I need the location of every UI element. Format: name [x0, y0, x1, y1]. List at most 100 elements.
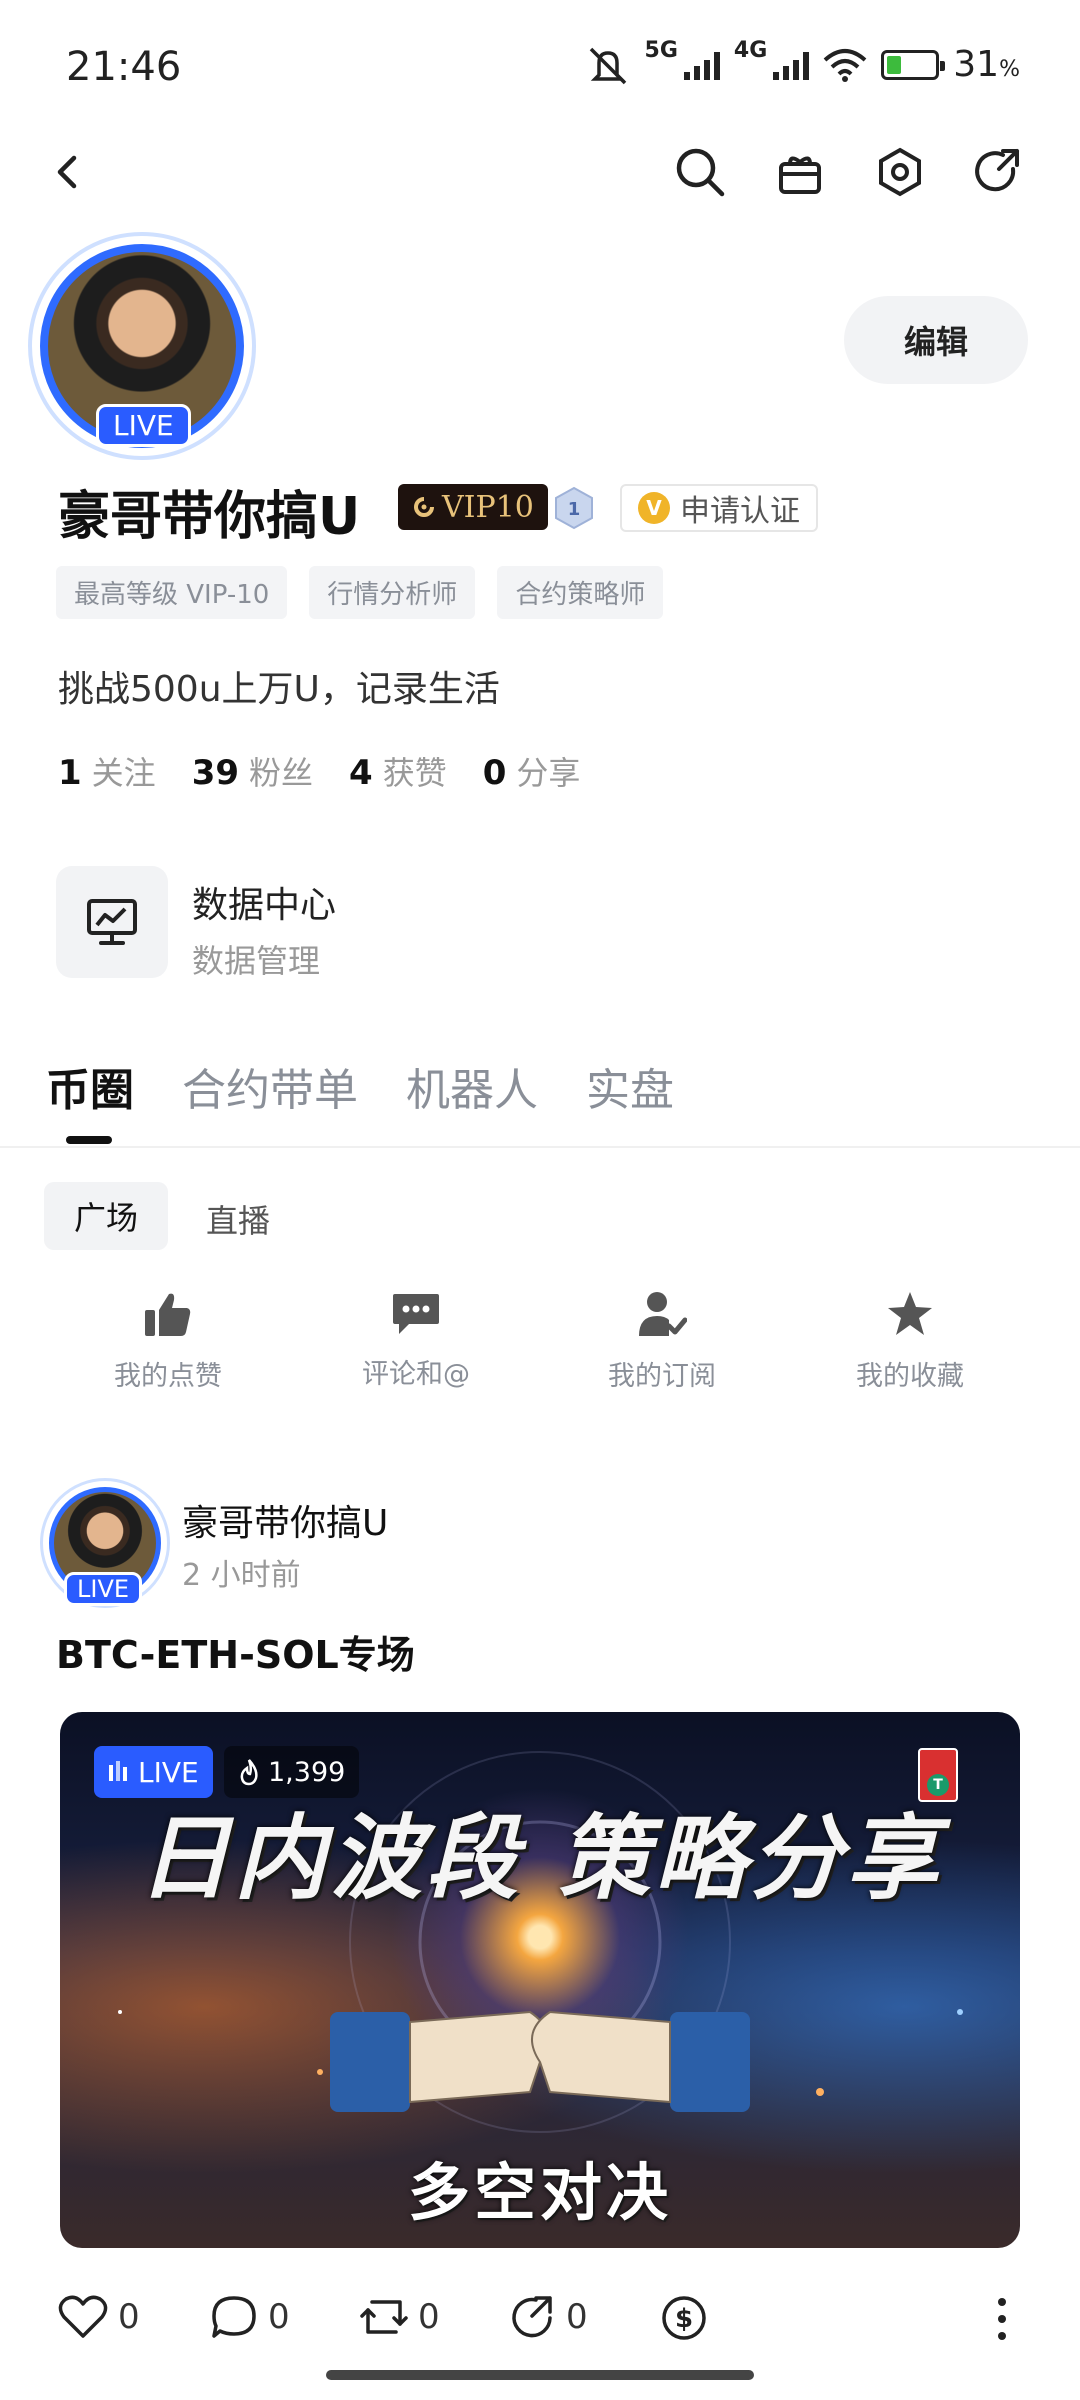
level-shield-icon: 1 — [555, 486, 593, 530]
gift-icon — [779, 156, 821, 194]
vip-crown-icon — [414, 497, 434, 517]
settings-button[interactable] — [868, 140, 932, 204]
tab-robot[interactable]: 机器人 — [406, 1054, 538, 1118]
stat-likes-label: 获赞 — [382, 754, 447, 792]
cover-headline: 日内波段 策略分享 — [137, 1805, 943, 1912]
share-icon — [975, 149, 1019, 192]
like-count: 0 — [118, 2297, 140, 2337]
comment-bubble-icon — [393, 1294, 439, 1334]
wifi-icon — [823, 48, 867, 82]
more-vertical-icon — [998, 2298, 1006, 2340]
stat-following[interactable]: 1 关注 — [58, 748, 156, 794]
dollar-coin-icon: $ — [662, 2296, 706, 2340]
repost-count: 0 — [418, 2297, 440, 2337]
level-badge[interactable]: 1 — [554, 486, 594, 530]
comment-icon — [212, 2296, 256, 2338]
profile-bio: 挑战500u上万U，记录生活 — [58, 669, 500, 710]
status-icons: 5G 4G 31% — [585, 38, 1020, 85]
stat-shares-label: 分享 — [516, 754, 581, 792]
edit-profile-button[interactable]: 编辑 — [844, 296, 1028, 384]
share-button[interactable] — [966, 140, 1030, 204]
tab-copy-trading[interactable]: 合约带单 — [182, 1054, 358, 1118]
stat-followers[interactable]: 39 粉丝 — [192, 748, 313, 794]
vip-badge[interactable]: VIP10 — [398, 484, 548, 530]
post-avatar-live-badge: LIVE — [64, 1572, 143, 1606]
star-icon — [888, 1292, 932, 1335]
avatar-live-badge: LIVE — [96, 404, 191, 447]
battery-icon — [881, 49, 946, 80]
shortcut-subscriptions-label: 我的订阅 — [608, 1361, 716, 1392]
forward-button[interactable]: 0 — [508, 2294, 588, 2340]
data-center-subtitle: 数据管理 — [192, 942, 321, 980]
tab-live-trading[interactable]: 实盘 — [586, 1054, 674, 1118]
network-4g-label: 4G — [733, 38, 768, 63]
shortcut-comments[interactable]: 评论和@ — [326, 1290, 506, 1391]
back-icon — [57, 155, 77, 189]
certify-label: 申请认证 — [680, 494, 800, 529]
thumbs-up-icon — [145, 1293, 191, 1336]
home-indicator[interactable] — [326, 2370, 754, 2380]
like-button[interactable]: 0 — [58, 2294, 140, 2340]
shortcut-my-likes[interactable]: 我的点赞 — [78, 1290, 258, 1393]
heart-icon — [58, 2295, 108, 2338]
forward-icon — [512, 2296, 552, 2338]
subtab-square[interactable]: 广场 — [44, 1182, 168, 1250]
tip-button[interactable]: $ — [660, 2294, 708, 2342]
data-center-button[interactable] — [56, 866, 168, 978]
tag-strategist: 合约策略师 — [497, 566, 664, 619]
comment-button[interactable]: 0 — [210, 2294, 290, 2340]
profile-stats: 1 关注 39 粉丝 4 获赞 0 分享 — [58, 748, 580, 794]
repost-button[interactable]: 0 — [360, 2294, 440, 2340]
live-bars-icon — [109, 1761, 127, 1781]
shortcut-comments-label: 评论和@ — [362, 1359, 470, 1390]
tag-analyst: 行情分析师 — [309, 566, 476, 619]
post-timestamp: 2 小时前 — [182, 1558, 301, 1593]
battery-unit: % — [999, 57, 1020, 82]
verified-icon: V — [638, 492, 670, 524]
vip-label: VIP10 — [442, 489, 534, 525]
active-tab-indicator — [66, 1136, 112, 1144]
repost-icon — [360, 2300, 408, 2334]
comment-count: 0 — [268, 2297, 290, 2337]
back-button[interactable] — [36, 140, 100, 204]
search-button[interactable] — [668, 140, 732, 204]
cover-subtitle: 多空对决 — [407, 2156, 672, 2229]
signal-5g-icon — [683, 50, 720, 80]
data-center-title[interactable]: 数据中心 — [192, 876, 336, 928]
svg-text:$: $ — [675, 2304, 693, 2334]
profile-name: 豪哥带你搞U — [58, 487, 361, 547]
stat-shares-value: 0 — [482, 753, 507, 793]
stat-shares[interactable]: 0 分享 — [483, 748, 581, 794]
stat-following-label: 关注 — [91, 754, 156, 792]
certify-button[interactable]: V 申请认证 — [620, 484, 818, 532]
search-icon — [676, 148, 725, 197]
gift-button[interactable] — [768, 140, 832, 204]
stat-likes[interactable]: 4 获赞 — [349, 748, 447, 794]
mute-icon — [589, 47, 626, 84]
tabs-divider — [0, 1146, 1080, 1148]
level-number: 1 — [568, 499, 581, 520]
more-options-button[interactable] — [994, 2296, 1010, 2346]
post-author-name[interactable]: 豪哥带你搞U — [182, 1494, 388, 1546]
status-time: 21:46 — [66, 44, 182, 90]
subtab-live[interactable]: 直播 — [206, 1196, 270, 1242]
stat-likes-value: 4 — [349, 753, 373, 793]
post-live-cover[interactable]: LIVE 1,399 T 日内波段 策略分享 多空对决 — [60, 1712, 1020, 2248]
stat-following-value: 1 — [58, 753, 82, 793]
settings-icon — [879, 147, 921, 197]
shortcut-favorites-label: 我的收藏 — [856, 1361, 964, 1392]
forward-count: 0 — [566, 2297, 588, 2337]
stat-followers-value: 39 — [191, 753, 240, 793]
tab-crypto[interactable]: 币圈 — [46, 1054, 134, 1118]
network-5g-label: 5G — [644, 38, 678, 63]
shortcut-favorites[interactable]: 我的收藏 — [820, 1290, 1000, 1393]
shortcut-subscriptions[interactable]: 我的订阅 — [572, 1290, 752, 1393]
subscribe-icon — [639, 1292, 687, 1336]
tag-vip-level: 最高等级 VIP-10 — [56, 566, 288, 619]
post-title[interactable]: BTC-ETH-SOL专场 — [56, 1624, 415, 1679]
cover-viewers-value: 1,399 — [268, 1756, 346, 1788]
battery-percent: 31% — [953, 44, 1020, 85]
main-tabs: 币圈 合约带单 机器人 实盘 — [46, 1054, 674, 1118]
shortcut-my-likes-label: 我的点赞 — [114, 1361, 222, 1392]
monitor-chart-icon — [87, 899, 137, 945]
